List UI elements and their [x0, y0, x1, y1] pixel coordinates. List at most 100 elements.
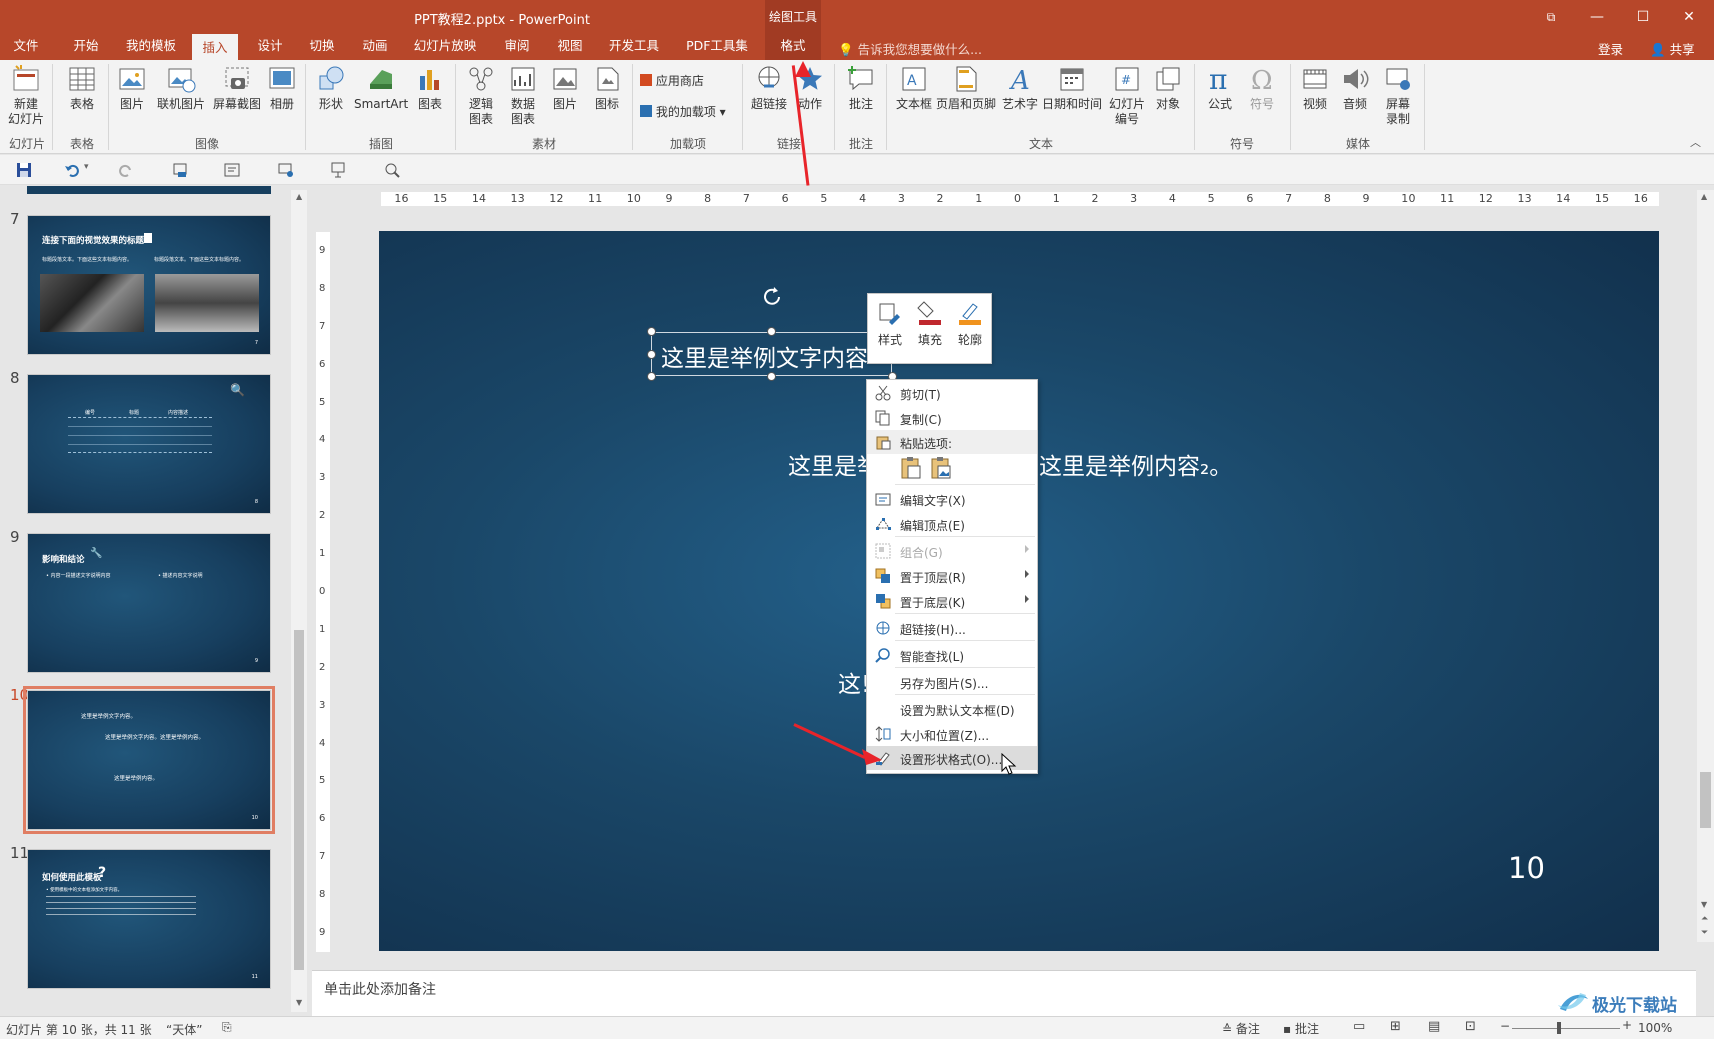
- zoom-level[interactable]: 100%: [1638, 1021, 1672, 1035]
- menu-item-hyperlink[interactable]: 超链接(H)...: [867, 616, 1037, 640]
- slide-8-thumbnail[interactable]: 编号 标题 内容描述 🔍 8: [27, 374, 271, 514]
- menu-item-group[interactable]: 组合(G): [867, 539, 1037, 563]
- maximize-button[interactable]: ☐: [1620, 0, 1666, 34]
- selected-textbox[interactable]: 这里是举例文字内容: [651, 332, 892, 376]
- object-button[interactable]: 对象: [1150, 64, 1186, 112]
- header-footer-button[interactable]: 页眉和页脚: [934, 64, 998, 112]
- close-button[interactable]: ✕: [1666, 0, 1712, 34]
- scroll-up-icon[interactable]: ▲: [1701, 192, 1707, 201]
- slide-9-thumbnail[interactable]: 影响和结论 🔧 • 内容一段描述文字说明内容 • 描述内容文字说明 9: [27, 533, 271, 673]
- notes-pane[interactable]: 单击此处添加备注: [312, 970, 1696, 1016]
- zoom-in-icon[interactable]: +: [1622, 1018, 1632, 1032]
- material-picture-button[interactable]: 图片: [546, 64, 584, 112]
- slide-sorter-icon[interactable]: ⊞: [1390, 1019, 1401, 1034]
- reading-view-icon[interactable]: ▤: [1428, 1019, 1440, 1034]
- slide-number-button[interactable]: # 幻灯片 编号: [1106, 64, 1148, 127]
- app-store-button[interactable]: 应用商店: [640, 72, 704, 89]
- icons-button[interactable]: 图标: [588, 64, 626, 112]
- my-addins-button[interactable]: 我的加载项 ▾: [640, 103, 726, 120]
- zoom-out-icon[interactable]: −: [1500, 1019, 1510, 1033]
- menu-item-set-default-textbox[interactable]: 设置为默认文本框(D): [867, 697, 1037, 721]
- scroll-up-icon[interactable]: ▲: [296, 192, 302, 201]
- slide-11-thumbnail[interactable]: 如何使用此模板 ? • 使用模板中的文本框添加文字内容。 11: [27, 849, 271, 989]
- tab-animations[interactable]: 动画: [355, 34, 395, 60]
- spelling-icon[interactable]: ⎘: [222, 1020, 232, 1035]
- new-slide-button[interactable]: 新建 幻灯片: [4, 64, 48, 127]
- equation-button[interactable]: π 公式: [1200, 64, 1240, 112]
- save-icon[interactable]: [16, 162, 32, 178]
- editor-scrollbar[interactable]: ▲ ▼ ⏶ ⏷: [1697, 190, 1714, 942]
- style-button[interactable]: 样式: [870, 298, 910, 348]
- login-link[interactable]: 登录: [1598, 39, 1623, 58]
- comments-toggle[interactable]: ▪ 批注: [1283, 1020, 1319, 1037]
- next-slide-icon[interactable]: ⏷: [1701, 928, 1708, 938]
- thumbnail-scrollbar[interactable]: ▲ ▼: [291, 190, 307, 1012]
- presenter-qat-icon[interactable]: [330, 162, 346, 178]
- rotate-handle-icon[interactable]: [761, 285, 785, 309]
- resize-handle[interactable]: [647, 327, 656, 336]
- menu-item-send-to-back[interactable]: 置于底层(K): [867, 589, 1037, 613]
- menu-item-size-position[interactable]: 大小和位置(Z)...: [867, 722, 1037, 746]
- resize-handle[interactable]: [767, 327, 776, 336]
- undo-dropdown-icon[interactable]: ▾: [84, 162, 89, 172]
- smartart-button[interactable]: SmartArt: [354, 64, 408, 112]
- tab-pdf-tools[interactable]: PDF工具集: [682, 34, 752, 60]
- notes-placeholder[interactable]: 单击此处添加备注: [324, 979, 436, 999]
- scrollbar-thumb[interactable]: [294, 630, 304, 970]
- album-button[interactable]: 相册: [265, 64, 299, 112]
- video-button[interactable]: 视频: [1296, 64, 1334, 112]
- undo-icon[interactable]: [64, 162, 80, 178]
- tab-developer[interactable]: 开发工具: [604, 34, 664, 60]
- tell-me-search[interactable]: 💡 告诉我您想要做什么...: [838, 39, 982, 58]
- tab-file[interactable]: 文件: [6, 34, 46, 60]
- logic-chart-button[interactable]: 逻辑 图表: [462, 64, 500, 127]
- tab-insert[interactable]: 插入: [192, 34, 238, 60]
- zoom-slider[interactable]: [1512, 1028, 1620, 1029]
- screenshot-button[interactable]: 屏幕截图: [209, 64, 265, 112]
- table-button[interactable]: 表格: [60, 64, 104, 112]
- scroll-down-icon[interactable]: ▼: [296, 998, 302, 1007]
- slide-10-thumbnail[interactable]: 这里是举例文字内容。 这里是举例文字内容。这里是举例内容。 这里是举例内容。 1…: [23, 686, 275, 834]
- textbox-button[interactable]: A 文本框: [892, 64, 936, 112]
- resize-handle[interactable]: [647, 350, 656, 359]
- audio-button[interactable]: 音频: [1336, 64, 1374, 112]
- slide-line-2-right[interactable]: 这里是举例内容₂。: [1039, 447, 1232, 481]
- menu-item-smart-lookup[interactable]: 智能查找(L): [867, 643, 1037, 667]
- fill-button[interactable]: 填充: [910, 298, 950, 348]
- tab-view[interactable]: 视图: [550, 34, 590, 60]
- ribbon-display-options-button[interactable]: ⧉: [1528, 0, 1574, 34]
- screen-record-button[interactable]: 屏幕 录制: [1378, 64, 1418, 127]
- online-picture-button[interactable]: 联机图片: [153, 64, 209, 112]
- tab-design[interactable]: 设计: [250, 34, 290, 60]
- scrollbar-thumb[interactable]: [1700, 772, 1711, 828]
- paste-option-use-destination[interactable]: [899, 456, 923, 483]
- menu-item-cut[interactable]: 剪切(T): [867, 381, 1037, 405]
- textbox-text[interactable]: 这里是举例文字内容: [661, 339, 868, 373]
- scroll-down-icon[interactable]: ▼: [1701, 900, 1707, 909]
- tab-transitions[interactable]: 切换: [302, 34, 342, 60]
- tab-slideshow[interactable]: 幻灯片放映: [410, 34, 480, 60]
- share-button[interactable]: 👤 共享: [1650, 39, 1695, 58]
- paste-option-picture[interactable]: [929, 456, 953, 483]
- data-chart-button[interactable]: 数据 图表: [504, 64, 542, 127]
- textbox-qat-icon[interactable]: [224, 162, 240, 178]
- wordart-button[interactable]: A 艺术字: [1000, 64, 1040, 112]
- menu-item-bring-to-front[interactable]: 置于顶层(R): [867, 564, 1037, 588]
- normal-view-icon[interactable]: ▭: [1353, 1019, 1365, 1034]
- tab-home[interactable]: 开始: [66, 34, 106, 60]
- preview-qat-icon[interactable]: [384, 162, 400, 178]
- slideshow-view-icon[interactable]: ⊡: [1465, 1019, 1476, 1034]
- menu-item-save-as-picture[interactable]: 另存为图片(S)...: [867, 670, 1037, 694]
- chart-button[interactable]: 图表: [412, 64, 448, 112]
- from-beginning-icon[interactable]: [172, 162, 188, 178]
- picture-button[interactable]: 图片: [114, 64, 150, 112]
- slideshow-qat-icon[interactable]: [278, 162, 294, 178]
- collapse-ribbon-icon[interactable]: ︿: [1690, 134, 1701, 150]
- menu-item-edit-points[interactable]: 编辑顶点(E): [867, 512, 1037, 536]
- shapes-button[interactable]: 形状: [312, 64, 350, 112]
- resize-handle[interactable]: [647, 372, 656, 381]
- redo-icon[interactable]: [118, 162, 134, 178]
- notes-toggle[interactable]: ≙ 备注: [1222, 1020, 1260, 1037]
- tab-my-templates[interactable]: 我的模板: [120, 34, 182, 60]
- outline-button[interactable]: 轮廓: [950, 298, 990, 348]
